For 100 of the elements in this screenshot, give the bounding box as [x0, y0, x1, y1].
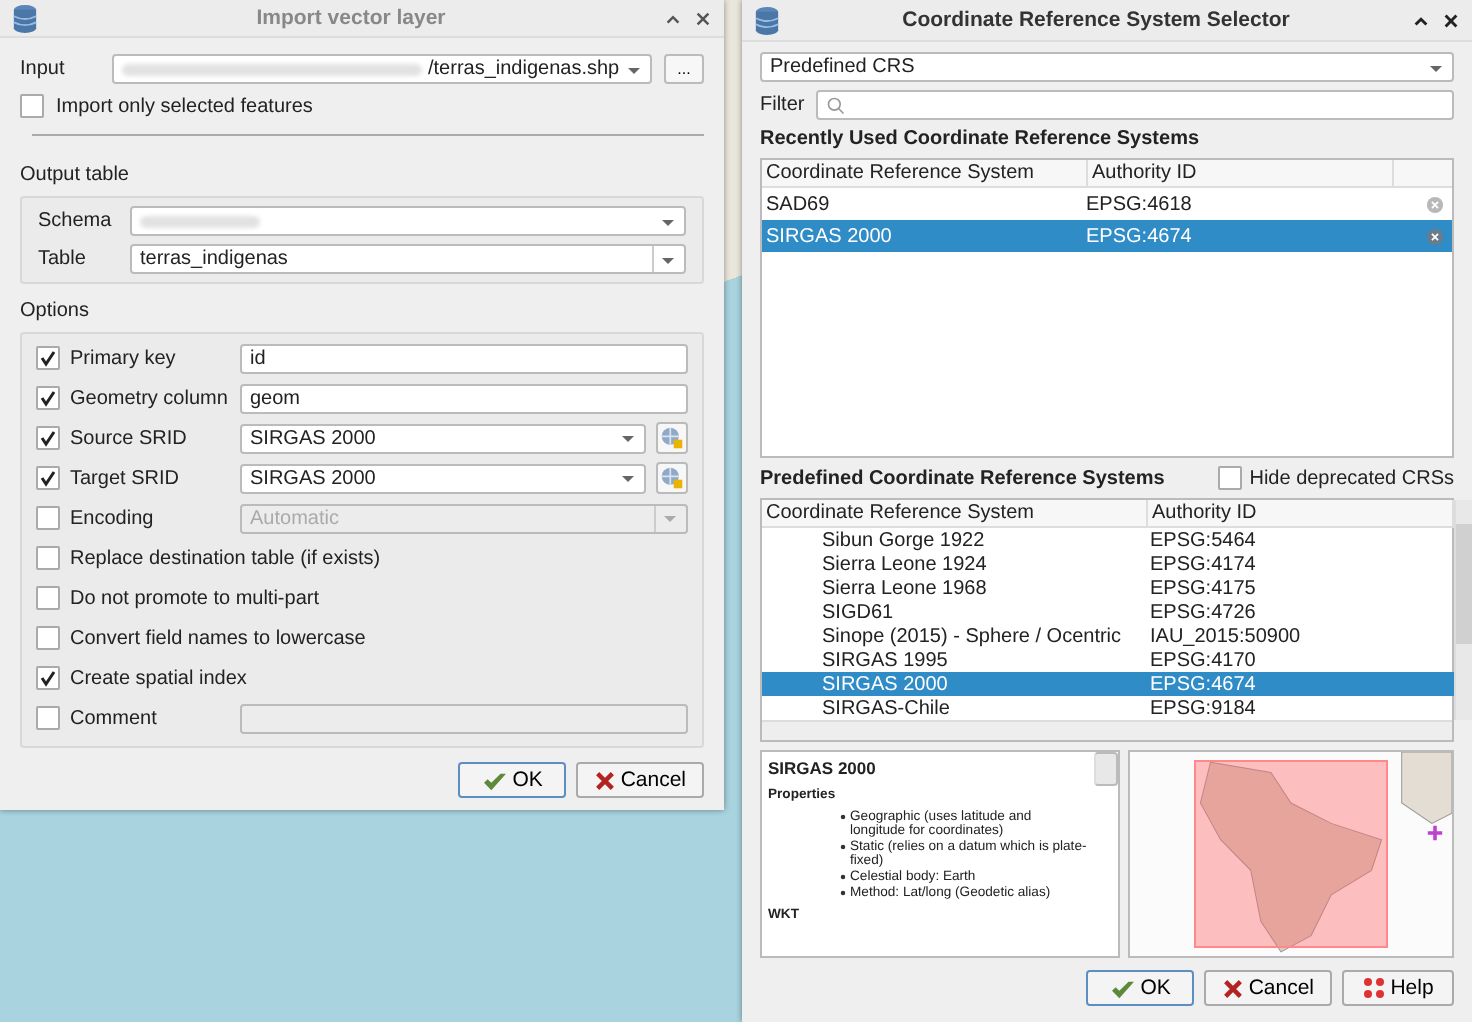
crs-mode-combo[interactable]: Predefined CRS [760, 52, 1454, 82]
column-header: Coordinate Reference System [762, 500, 1148, 526]
crs-select-button[interactable] [656, 422, 688, 454]
scrollbar[interactable] [762, 720, 1452, 740]
checkbox[interactable] [36, 426, 60, 450]
close-icon[interactable] [694, 9, 712, 27]
table-cell-text: Sierra Leone 1968 [820, 577, 989, 599]
table-row[interactable]: SIGD61 EPSG:4726 [762, 600, 1454, 624]
table-cell-text: EPSG:5464 [1148, 529, 1258, 551]
table-row[interactable]: Sierra Leone 1924 EPSG:4174 [762, 552, 1454, 576]
checkbox-label: Import only selected features [56, 95, 313, 117]
checkbox-label: Do not promote to multi-part [70, 587, 319, 609]
ok-button[interactable]: OK [458, 762, 567, 798]
checkbox[interactable] [36, 586, 60, 610]
checkbox-label: Encoding [70, 507, 156, 529]
checkbox-label: Comment [70, 707, 159, 729]
table-row[interactable]: Sinope (2015) - Sphere / Ocentric IAU_2015:50900 [762, 624, 1454, 648]
table-cell-text: EPSG:4726 [1148, 601, 1258, 623]
group-title: Output table [20, 164, 131, 186]
database-icon [12, 3, 38, 33]
bullet-icon [840, 890, 846, 897]
help-button[interactable]: Help [1342, 970, 1454, 1006]
search-icon [826, 95, 847, 115]
cancel-button[interactable]: Cancel [1204, 970, 1332, 1006]
checkbox[interactable] [36, 466, 60, 490]
bullet-icon [840, 814, 846, 821]
remove-icon[interactable] [1426, 195, 1444, 213]
database-icon [754, 5, 780, 35]
checkbox-label: Create spatial index [70, 667, 247, 689]
cross-icon [594, 769, 617, 791]
table-cell-text: EPSG:4674 [1148, 673, 1258, 695]
checkbox[interactable] [36, 666, 60, 690]
cross-icon [1222, 977, 1245, 999]
checkbox-label: Primary key [70, 347, 178, 369]
filter-label: Filter [760, 94, 805, 116]
table-combo[interactable]: terras_indigenas [130, 244, 686, 274]
table-cell-text: Sierra Leone 1924 [820, 553, 989, 575]
table-cell-text: SIRGAS 1995 [820, 649, 950, 671]
table-cell-text: Sibun Gorge 1922 [820, 529, 987, 551]
table-cell-text: IAU_2015:50900 [1148, 625, 1303, 647]
checkmark-icon [1110, 977, 1137, 999]
table-cell-text: EPSG:4174 [1148, 553, 1258, 575]
checkbox-label: Geometry column [70, 387, 230, 409]
scrollbar[interactable] [1094, 752, 1118, 786]
caret-icon [662, 510, 678, 526]
text-field[interactable]: geom [240, 383, 688, 413]
cancel-button[interactable]: Cancel [576, 762, 704, 798]
crs-select-button[interactable] [656, 462, 688, 494]
caret-icon [620, 430, 636, 446]
crs-combo[interactable]: SIRGAS 2000 [240, 463, 646, 493]
table-row[interactable]: SAD69 EPSG:4618 [762, 188, 1452, 220]
schema-label: Schema [38, 210, 114, 232]
scrollbar[interactable] [1454, 500, 1472, 720]
table-cell-text: Sinope (2015) - Sphere / Ocentric [820, 625, 1124, 647]
text-field[interactable]: id [240, 343, 688, 373]
column-header: Authority ID [1088, 160, 1394, 186]
browse-button[interactable]: ... [664, 54, 704, 84]
checkbox[interactable] [36, 546, 60, 570]
filter-field[interactable] [816, 90, 1454, 120]
section-heading: Predefined Coordinate Reference Systems [760, 467, 1165, 489]
table-row[interactable]: SIRGAS 2000 EPSG:4674 [762, 672, 1454, 696]
table-cell-text: SIRGAS 2000 [766, 225, 894, 247]
schema-combo[interactable] [130, 206, 686, 236]
checkbox[interactable] [20, 94, 44, 118]
close-icon[interactable] [1442, 11, 1460, 29]
checkbox[interactable] [36, 626, 60, 650]
remove-icon[interactable] [1426, 227, 1444, 245]
checkbox-label: Source SRID [70, 427, 189, 449]
group-title: Options [20, 300, 91, 322]
table-cell-text: EPSG:4618 [1086, 193, 1194, 215]
window-title: Coordinate Reference System Selector [900, 8, 1292, 32]
table-row[interactable]: SIRGAS-Chile EPSG:9184 [762, 696, 1454, 720]
plus-icon [1426, 824, 1444, 842]
table-row[interactable]: SIRGAS 2000 EPSG:4674 [762, 220, 1452, 252]
help-icon [1362, 976, 1387, 1000]
table-cell-text: SIRGAS 2000 [820, 673, 950, 695]
checkbox-label: Replace destination table (if exists) [70, 547, 381, 569]
input-combo[interactable]: /terras_indigenas.shp [112, 54, 652, 84]
table-cell-text: SAD69 [766, 193, 832, 215]
checkmark-icon [482, 769, 509, 791]
table-cell-text: SIGD61 [820, 601, 896, 623]
table-cell-text: SIRGAS-Chile [820, 697, 952, 719]
checkbox[interactable] [36, 346, 60, 370]
bullet-icon [840, 874, 846, 881]
input-label: Input [20, 58, 67, 80]
table-label: Table [38, 248, 88, 270]
checkbox[interactable] [1217, 466, 1242, 490]
section-heading: Recently Used Coordinate Reference Systems [760, 128, 1202, 150]
table-row[interactable]: SIRGAS 1995 EPSG:4170 [762, 648, 1454, 672]
globe-icon [660, 426, 684, 450]
table-cell-text: EPSG:4170 [1148, 649, 1258, 671]
checkbox-label: Hide deprecated CRSs [1249, 467, 1454, 489]
ok-button[interactable]: OK [1086, 970, 1195, 1006]
checkbox-label: Convert field names to lowercase [70, 627, 366, 649]
checkbox-label: Target SRID [70, 467, 181, 489]
crs-combo[interactable]: SIRGAS 2000 [240, 423, 646, 453]
table-row[interactable]: Sibun Gorge 1922 EPSG:5464 [762, 528, 1454, 552]
column-header: Coordinate Reference System [762, 160, 1088, 186]
checkbox[interactable] [36, 386, 60, 410]
table-row[interactable]: Sierra Leone 1968 EPSG:4175 [762, 576, 1454, 600]
